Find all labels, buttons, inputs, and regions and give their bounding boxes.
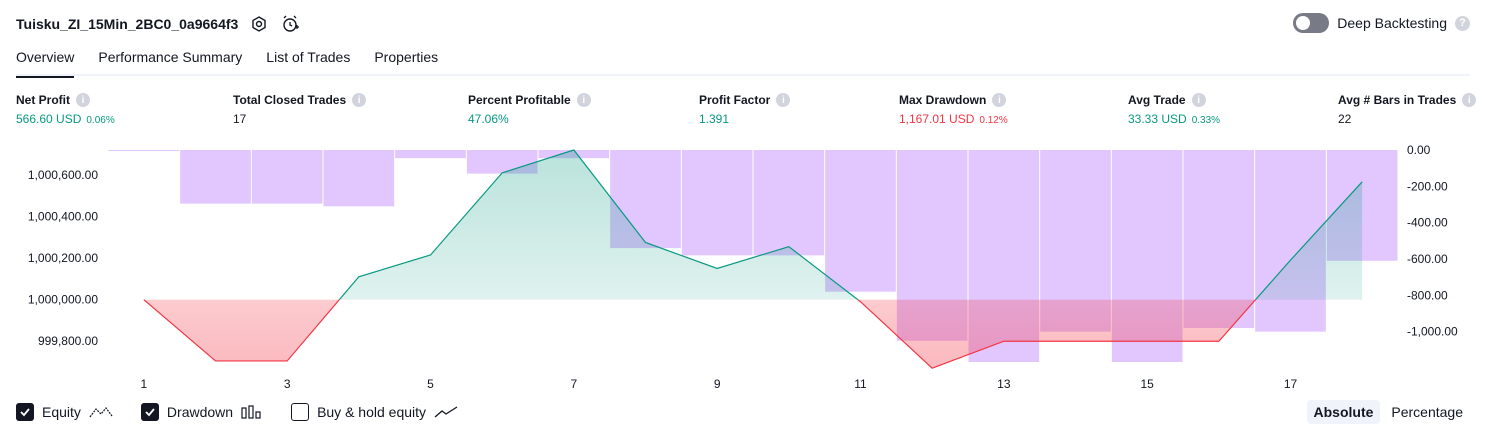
metric-value: 566.60 USD bbox=[16, 112, 82, 126]
drawdown-axis-tick: -200.00 bbox=[1407, 179, 1448, 193]
drawdown-axis-tick: -800.00 bbox=[1407, 288, 1448, 302]
metric-profit-factor: Profit Factor i 1.391 bbox=[699, 93, 791, 126]
deep-backtesting: Deep Backtesting ? bbox=[1293, 13, 1470, 33]
x-axis-tick: 1 bbox=[140, 377, 147, 391]
metrics-row: Net Profit i 566.60 USD 0.06% Total Closed… bbox=[0, 93, 1486, 133]
equity-axis-tick: 1,000,400.00 bbox=[28, 210, 98, 224]
drawdown-bar bbox=[825, 150, 896, 292]
drawdown-checkbox[interactable] bbox=[140, 403, 159, 421]
tab-performance-summary[interactable]: Performance Summary bbox=[98, 44, 242, 76]
deep-backtesting-label: Deep Backtesting bbox=[1337, 15, 1447, 31]
deep-backtesting-toggle[interactable] bbox=[1293, 13, 1330, 33]
info-icon[interactable]: i bbox=[352, 93, 367, 107]
x-axis-tick: 9 bbox=[714, 377, 721, 391]
buy-hold-checkbox[interactable] bbox=[291, 403, 310, 421]
help-icon[interactable]: ? bbox=[1455, 15, 1470, 31]
buy-hold-line-icon bbox=[434, 406, 458, 418]
x-axis-tick: 3 bbox=[284, 377, 291, 391]
x-axis-tick: 11 bbox=[854, 377, 867, 391]
x-axis-tick: 17 bbox=[1284, 377, 1298, 391]
metric-avg-trade: Avg Trade i 33.33 USD 0.33% bbox=[1128, 93, 1220, 126]
metric-label: Profit Factor bbox=[699, 93, 771, 107]
x-axis-tick: 15 bbox=[1140, 377, 1154, 391]
metric-value: 1.391 bbox=[699, 112, 730, 126]
info-icon[interactable]: i bbox=[992, 93, 1007, 107]
strategy-header: Tuisku_ZI_15Min_2BC0_0a9664f3 bbox=[16, 12, 302, 36]
equity-checkbox[interactable] bbox=[16, 403, 34, 421]
drawdown-bar bbox=[395, 150, 466, 159]
metric-percent: 0.06% bbox=[86, 115, 115, 126]
settings-icon[interactable] bbox=[248, 13, 270, 35]
metric-label: Max Drawdown bbox=[899, 93, 987, 107]
drawdown-bar bbox=[323, 150, 395, 207]
equity-axis-tick: 999,800.00 bbox=[38, 334, 98, 348]
metric-max-drawdown: Max Drawdown i 1,167.01 USD 0.12% bbox=[899, 93, 1008, 126]
drawdown-axis-tick: -600.00 bbox=[1407, 252, 1448, 266]
metric-avg-bars: Avg # Bars in Trades i 22 bbox=[1338, 93, 1477, 126]
drawdown-bar bbox=[108, 150, 180, 151]
drawdown-axis-tick: -1,000.00 bbox=[1407, 325, 1458, 339]
equity-drawdown-chart[interactable]: 1,000,600.00 1,000,400.00 1,000,200.00 1,00… bbox=[0, 140, 1486, 398]
equity-line-icon bbox=[89, 407, 113, 418]
metric-value: 1,167.01 USD bbox=[899, 112, 975, 126]
equity-axis-tick: 1,000,000.00 bbox=[28, 293, 98, 307]
x-axis-tick: 5 bbox=[427, 377, 434, 391]
drawdown-bar bbox=[180, 150, 251, 204]
drawdown-bars-icon bbox=[241, 405, 261, 419]
metric-value: 22 bbox=[1338, 112, 1352, 126]
add-alert-icon[interactable] bbox=[280, 13, 302, 35]
info-icon[interactable]: i bbox=[1462, 93, 1477, 107]
metric-net-profit: Net Profit i 566.60 USD 0.06% bbox=[16, 93, 115, 126]
info-icon[interactable]: i bbox=[76, 93, 90, 107]
drawdown-bar bbox=[251, 150, 323, 204]
legend-buy-hold[interactable]: Buy & hold equity bbox=[291, 403, 458, 421]
metric-label: Percent Profitable bbox=[468, 93, 571, 107]
x-axis-tick: 13 bbox=[997, 377, 1011, 391]
x-axis-tick: 7 bbox=[570, 377, 577, 391]
drawdown-axis-tick: -400.00 bbox=[1407, 216, 1448, 230]
tab-list-of-trades[interactable]: List of Trades bbox=[266, 44, 350, 76]
chart-legend: Equity Drawdown Buy & hold equity bbox=[16, 403, 486, 421]
tab-properties[interactable]: Properties bbox=[374, 44, 438, 76]
metric-percent-profitable: Percent Profitable i 47.06% bbox=[468, 93, 591, 126]
legend-label: Equity bbox=[42, 404, 81, 420]
metric-percent: 0.12% bbox=[979, 115, 1008, 126]
metric-value: 47.06% bbox=[468, 112, 509, 126]
metric-value: 17 bbox=[233, 112, 247, 126]
metric-label: Avg # Bars in Trades bbox=[1338, 93, 1457, 107]
drawdown-bar bbox=[681, 150, 753, 256]
legend-label: Drawdown bbox=[166, 404, 234, 420]
tab-overview[interactable]: Overview bbox=[16, 44, 75, 78]
equity-axis-tick: 1,000,600.00 bbox=[28, 168, 98, 182]
drawdown-axis-tick: 0.00 bbox=[1407, 143, 1431, 157]
report-tabs: Overview Performance Summary List of Tra… bbox=[16, 44, 1470, 78]
drawdown-bar bbox=[753, 150, 825, 256]
mode-percentage[interactable]: Percentage bbox=[1384, 400, 1470, 424]
metric-label: Avg Trade bbox=[1128, 93, 1186, 107]
metric-label: Total Closed Trades bbox=[233, 93, 347, 107]
metric-label: Net Profit bbox=[16, 93, 70, 107]
metric-total-closed-trades: Total Closed Trades i 17 bbox=[233, 93, 367, 126]
metric-value: 33.33 USD bbox=[1128, 112, 1187, 126]
info-icon[interactable]: i bbox=[576, 93, 591, 107]
legend-drawdown[interactable]: Drawdown bbox=[140, 403, 263, 421]
equity-axis-tick: 1,000,200.00 bbox=[28, 251, 98, 265]
legend-label: Buy & hold equity bbox=[317, 404, 427, 420]
value-mode-switch: Absolute Percentage bbox=[1306, 400, 1471, 424]
legend-equity[interactable]: Equity bbox=[16, 403, 113, 421]
info-icon[interactable]: i bbox=[776, 93, 791, 107]
metric-percent: 0.33% bbox=[1191, 115, 1221, 126]
info-icon[interactable]: i bbox=[1191, 93, 1206, 107]
mode-absolute[interactable]: Absolute bbox=[1306, 400, 1381, 424]
strategy-name: Tuisku_ZI_15Min_2BC0_0a9664f3 bbox=[16, 16, 239, 32]
